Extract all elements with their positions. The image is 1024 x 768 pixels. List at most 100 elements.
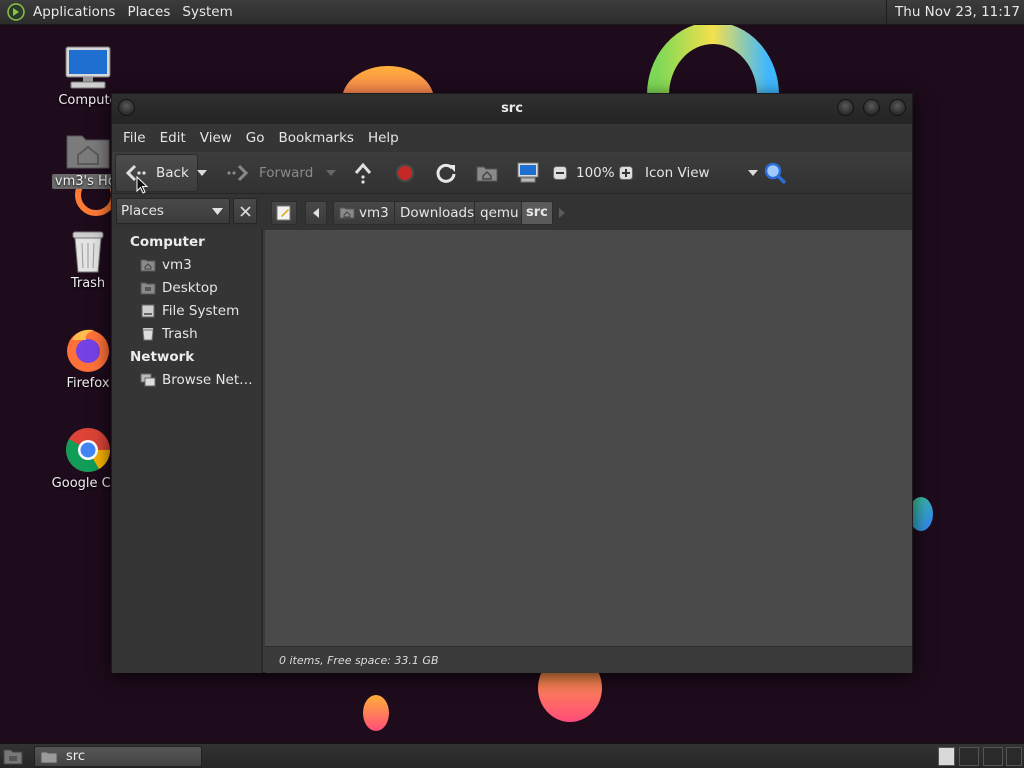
sidebar-item-label: Trash bbox=[162, 326, 198, 342]
menu-bookmarks[interactable]: Bookmarks bbox=[272, 130, 361, 146]
close-icon bbox=[240, 206, 251, 217]
zoom-in-icon bbox=[619, 166, 633, 180]
menubar: File Edit View Go Bookmarks Help bbox=[112, 124, 912, 152]
breadcrumb-src[interactable]: src bbox=[521, 201, 553, 225]
workspace-1[interactable] bbox=[938, 747, 955, 766]
trash-icon bbox=[142, 328, 154, 341]
sidebar-item-trash[interactable]: Trash bbox=[140, 326, 198, 342]
sidebar-item-label: Browse Net… bbox=[162, 372, 253, 388]
forward-history-dropdown[interactable] bbox=[325, 152, 337, 194]
menu-view[interactable]: View bbox=[193, 130, 239, 146]
taskbar-item-label: src bbox=[66, 749, 85, 764]
close-button[interactable] bbox=[889, 99, 906, 116]
view-mode-value: Icon View bbox=[645, 165, 710, 181]
bottom-panel: src bbox=[0, 743, 1024, 768]
side-pane-selector-value: Places bbox=[121, 203, 164, 219]
up-button[interactable] bbox=[353, 152, 373, 194]
sidebar-item-vm3[interactable]: vm3 bbox=[140, 257, 192, 273]
home-folder-icon bbox=[66, 135, 110, 169]
sidebar-heading-computer: Computer bbox=[130, 234, 205, 250]
home-folder-icon bbox=[476, 166, 498, 182]
folder-icon bbox=[40, 751, 58, 763]
desktop-folder-icon bbox=[140, 282, 156, 295]
desktop-icon-label: Compute bbox=[58, 93, 118, 108]
applications-menu[interactable]: Applications bbox=[29, 4, 123, 20]
drive-icon bbox=[141, 304, 155, 318]
back-button[interactable]: Back bbox=[115, 154, 198, 192]
view-mode-select[interactable]: Icon View bbox=[645, 152, 759, 194]
computer-icon bbox=[517, 162, 539, 183]
toggle-location-entry-button[interactable] bbox=[271, 201, 297, 225]
show-desktop-icon[interactable] bbox=[3, 748, 23, 765]
sidebar-item-file-system[interactable]: File System bbox=[140, 303, 239, 319]
chevron-left-icon bbox=[313, 208, 319, 218]
breadcrumb-label: qemu bbox=[480, 205, 519, 221]
system-menu[interactable]: System bbox=[178, 4, 240, 20]
side-pane-selector[interactable]: Places bbox=[116, 198, 230, 224]
breadcrumb-qemu[interactable]: qemu bbox=[474, 201, 525, 225]
sidebar-item-label: File System bbox=[162, 303, 240, 319]
status-bar: 0 items, Free space: 33.1 GB bbox=[265, 646, 912, 673]
back-history-dropdown[interactable] bbox=[196, 152, 208, 194]
file-view-area[interactable] bbox=[265, 230, 912, 646]
chevron-down-icon bbox=[197, 170, 207, 176]
zoom-out-icon bbox=[553, 166, 567, 180]
file-manager-window: src File Edit View Go Bookmarks Help Bac… bbox=[111, 93, 913, 673]
menu-file[interactable]: File bbox=[116, 130, 153, 146]
sidebar-item-browse-network[interactable]: Browse Net… bbox=[140, 372, 253, 388]
computer-icon bbox=[65, 46, 111, 89]
search-button[interactable] bbox=[763, 152, 787, 194]
home-folder-icon bbox=[339, 207, 355, 219]
window-titlebar[interactable]: src bbox=[112, 94, 912, 124]
breadcrumb-label: vm3 bbox=[359, 205, 389, 221]
chrome-icon bbox=[66, 428, 110, 472]
top-panel: Applications Places System Thu Nov 23, 1… bbox=[0, 0, 1024, 25]
reload-button[interactable] bbox=[435, 152, 457, 194]
clock[interactable]: Thu Nov 23, 11:17 bbox=[886, 0, 1024, 25]
places-menu[interactable]: Places bbox=[123, 4, 178, 20]
zoom-in-button[interactable] bbox=[619, 152, 633, 194]
window-title: src bbox=[501, 101, 523, 116]
sidebar-item-label: vm3 bbox=[162, 257, 192, 273]
trash-icon bbox=[72, 231, 104, 273]
breadcrumb-vm3[interactable]: vm3 bbox=[333, 201, 395, 225]
workspace-2[interactable] bbox=[959, 747, 979, 766]
chevron-down-icon bbox=[212, 208, 223, 215]
desktop-icon-label: Firefox bbox=[66, 376, 110, 391]
breadcrumb-scroll-left-button[interactable] bbox=[305, 201, 327, 225]
menu-help[interactable]: Help bbox=[361, 130, 406, 146]
firefox-icon bbox=[67, 329, 109, 372]
up-arrow-icon bbox=[354, 162, 372, 184]
breadcrumb-label: Downloads bbox=[400, 205, 475, 221]
distro-logo-icon[interactable] bbox=[7, 3, 25, 21]
forward-arrow-icon bbox=[227, 164, 249, 182]
search-icon bbox=[764, 162, 787, 185]
sidebar-item-desktop[interactable]: Desktop bbox=[140, 280, 218, 296]
breadcrumb-label: src bbox=[526, 205, 548, 220]
workspace-4[interactable] bbox=[1006, 747, 1022, 766]
taskbar-item-src[interactable]: src bbox=[34, 746, 202, 767]
forward-button[interactable]: Forward bbox=[226, 152, 313, 194]
workspace-3[interactable] bbox=[983, 747, 1003, 766]
side-pane-close-button[interactable] bbox=[233, 198, 257, 224]
back-label: Back bbox=[156, 165, 189, 181]
chevron-down-icon bbox=[326, 170, 336, 176]
maximize-button[interactable] bbox=[863, 99, 880, 116]
sidebar-heading-network: Network bbox=[130, 349, 195, 365]
menu-go[interactable]: Go bbox=[239, 130, 272, 146]
zoom-out-button[interactable] bbox=[553, 152, 567, 194]
edit-icon bbox=[276, 205, 291, 221]
breadcrumb-scroll-right-icon[interactable] bbox=[558, 208, 565, 218]
zoom-level[interactable]: 100% bbox=[576, 152, 615, 194]
minimize-button[interactable] bbox=[837, 99, 854, 116]
breadcrumb-downloads[interactable]: Downloads bbox=[394, 201, 481, 225]
mouse-cursor-icon bbox=[136, 176, 148, 194]
menu-edit[interactable]: Edit bbox=[153, 130, 193, 146]
toolbar: Back Forward 100% Icon View bbox=[112, 152, 912, 194]
sidebar-item-label: Desktop bbox=[162, 280, 218, 296]
home-button[interactable] bbox=[476, 152, 498, 194]
side-pane bbox=[112, 230, 263, 673]
stop-button[interactable] bbox=[395, 152, 415, 194]
computer-button[interactable] bbox=[516, 152, 540, 194]
reload-icon bbox=[436, 163, 456, 183]
